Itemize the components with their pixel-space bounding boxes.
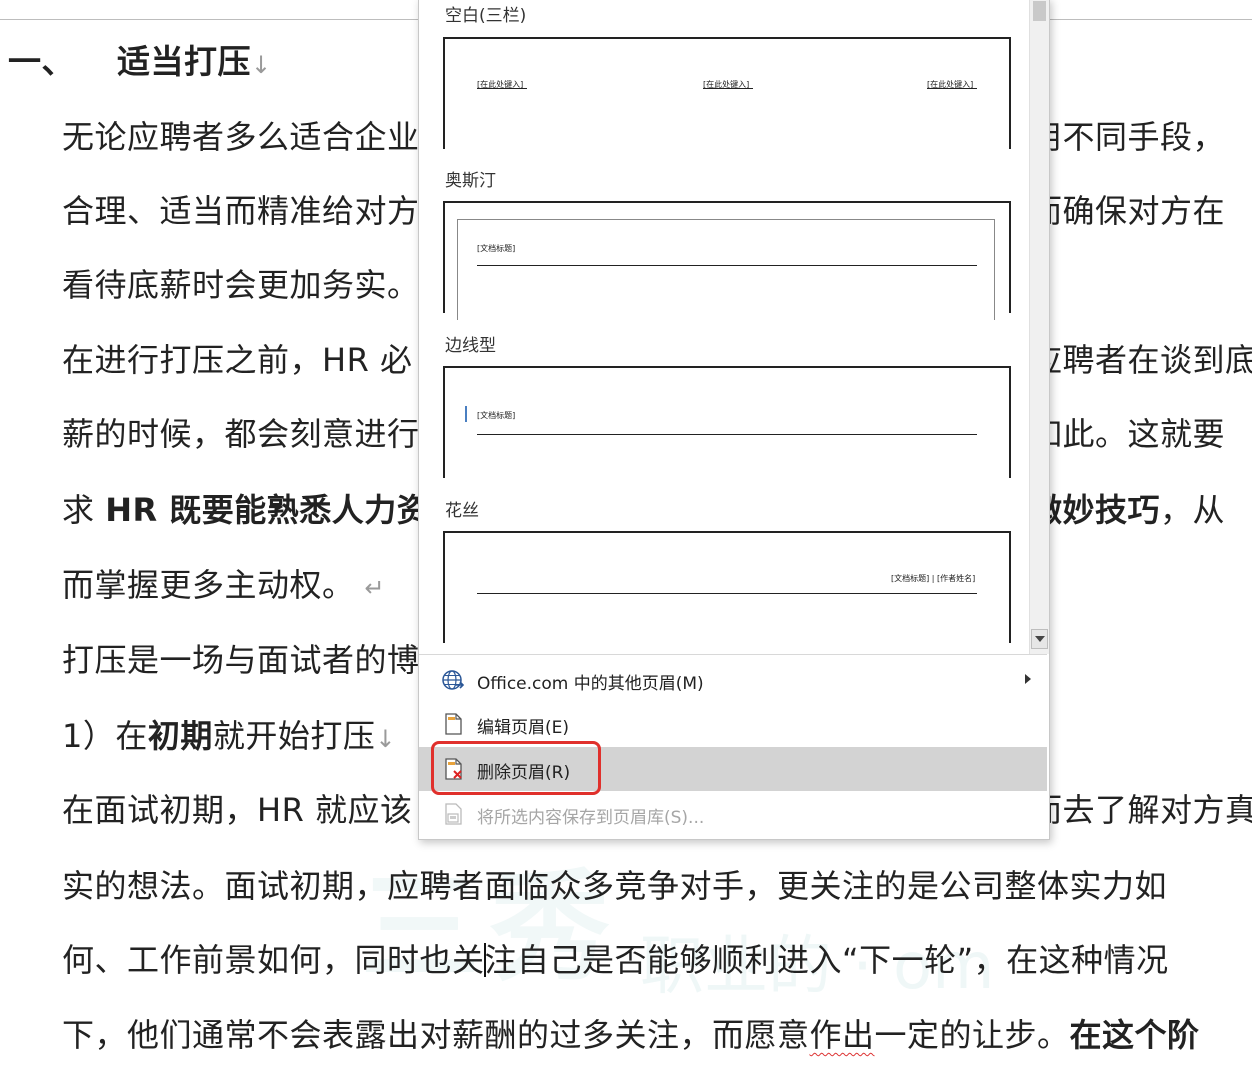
globe-icon <box>442 670 465 690</box>
body-line-right[interactable]: 如此。这就要 <box>1030 414 1225 454</box>
heading-number: 一、 <box>8 42 75 81</box>
placeholder-text: [文档标题] <box>477 411 516 420</box>
body-line-right[interactable]: 用不同手段， <box>1030 117 1225 157</box>
body-line-full[interactable]: 下，他们通常不会表露出对薪酬的过多关注，而愿意作出一定的让步。在这个阶 <box>62 1015 1200 1055</box>
header-thumb-austin[interactable]: [文档标题] <box>443 201 1011 320</box>
gallery-category-label: 奥斯汀 <box>445 171 496 191</box>
gallery-category-label: 花丝 <box>445 501 479 521</box>
body-line-left[interactable]: 求 HR 既要能熟悉人力资 <box>62 490 429 530</box>
body-line-left[interactable]: 在面试初期，HR 就应该 <box>62 790 412 830</box>
spellcheck-squiggle[interactable]: 作出 <box>810 1016 875 1054</box>
body-text: 求 <box>62 491 106 529</box>
menu-item-more-headers-office[interactable]: Office.com 中的其他页眉(M) <box>419 658 1047 702</box>
body-line-left[interactable]: 无论应聘者多么适合企业 <box>62 117 420 157</box>
placeholder-underline <box>477 88 527 89</box>
bold-text: 初期 <box>147 717 213 755</box>
body-line-full[interactable]: 实的想法。面试初期，应聘者面临众多竞争对手，更关注的是公司整体实力如 <box>62 866 1167 906</box>
body-line-full[interactable]: 何、工作前景如何，同时也关注自己是否能够顺利进入“下一轮”，在这种情况 <box>62 940 1169 980</box>
section-heading[interactable]: 一、 适当打压↓ <box>8 42 272 85</box>
body-text: 何、工作前景如何，同时也关 <box>62 941 485 979</box>
body-line-right[interactable]: 应聘者在谈到底 <box>1030 340 1252 380</box>
gallery-scrollbar[interactable] <box>1029 0 1049 654</box>
placeholder-underline <box>927 88 977 89</box>
gallery-category-label: 边线型 <box>445 336 496 356</box>
subheading-line[interactable]: 1）在初期就开始打压↓ <box>62 716 396 759</box>
submenu-arrow-icon <box>1025 674 1031 684</box>
body-line-right[interactable]: 微妙技巧，从 <box>1030 490 1225 530</box>
bold-text: 在这个阶 <box>1069 1016 1200 1054</box>
paragraph-mark: ↵ <box>364 574 386 602</box>
header-gallery: 空白(三栏) [在此处键入] [在此处键入] [在此处键入] 奥斯汀 [文档标题… <box>419 0 1029 654</box>
menu-item-label: 编辑页眉(E) <box>477 718 570 738</box>
body-line-left[interactable]: 看待底薪时会更加务实。 <box>62 265 420 305</box>
menu-item-label: 将所选内容保存到页眉库(S)... <box>477 808 705 828</box>
placeholder-underline <box>703 88 753 89</box>
edit-header-icon <box>445 713 462 735</box>
header-thumb-blank-three-column[interactable]: [在此处键入] [在此处键入] [在此处键入] <box>443 37 1011 149</box>
header-gallery-dropdown: 空白(三栏) [在此处键入] [在此处键入] [在此处键入] 奥斯汀 [文档标题… <box>418 0 1050 840</box>
placeholder-text: [文档标题] | [作者姓名] <box>891 574 976 583</box>
paragraph-mark: ↓ <box>375 725 397 753</box>
annotation-highlight-box <box>431 741 601 795</box>
body-text: 就开始打压 <box>212 717 376 755</box>
body-line-right[interactable]: 而去了解对方真 <box>1030 790 1252 830</box>
sideline-accent-bar <box>465 406 467 422</box>
body-text: 一定的让步。 <box>874 1016 1070 1054</box>
body-line-left[interactable]: 合理、适当而精准给对方 <box>62 191 420 231</box>
gallery-category-label: 空白(三栏) <box>445 6 527 26</box>
header-rule <box>477 265 977 266</box>
body-text: 下，他们通常不会表露出对薪酬的过多关注，而愿意 <box>62 1016 810 1054</box>
body-line-right[interactable]: 而确保对方在 <box>1030 191 1225 231</box>
placeholder-text: [文档标题] <box>477 244 516 253</box>
header-rule <box>477 593 977 594</box>
scrollbar-thumb[interactable] <box>1033 1 1046 21</box>
body-line-left[interactable]: 薪的时候，都会刻意进行 <box>62 414 420 454</box>
body-text: 而掌握更多主动权。 <box>62 566 355 604</box>
heading-text: 适当打压 <box>117 42 251 81</box>
menu-item-label: Office.com 中的其他页眉(M) <box>477 674 704 694</box>
paragraph-mark: ↓ <box>251 51 272 79</box>
menu-item-save-selection-to-gallery: 将所选内容保存到页眉库(S)... <box>419 792 1047 836</box>
bold-text: HR 既要能熟悉人力资 <box>105 491 430 529</box>
menu-item-edit-header[interactable]: 编辑页眉(E) <box>419 702 1047 746</box>
body-text: 1）在 <box>62 717 148 755</box>
body-line-left[interactable]: 打压是一场与面试者的博 <box>62 640 420 680</box>
body-line-left[interactable]: 而掌握更多主动权。 ↵ <box>62 565 385 608</box>
header-rule <box>477 434 977 435</box>
body-text: ，从 <box>1160 491 1226 529</box>
scroll-down-arrow-icon[interactable] <box>1031 629 1048 649</box>
menu-separator <box>419 654 1047 655</box>
body-line-left[interactable]: 在进行打压之前，HR 必 <box>62 340 412 380</box>
header-thumb-sideline[interactable]: [文档标题] <box>443 366 1011 478</box>
austin-inner-frame <box>457 219 995 320</box>
header-thumb-filigree[interactable]: [文档标题] | [作者姓名] <box>443 531 1011 643</box>
save-selection-icon <box>445 803 462 825</box>
body-text: 注自己是否能够顺利进入“下一轮”，在这种情况 <box>484 941 1169 979</box>
